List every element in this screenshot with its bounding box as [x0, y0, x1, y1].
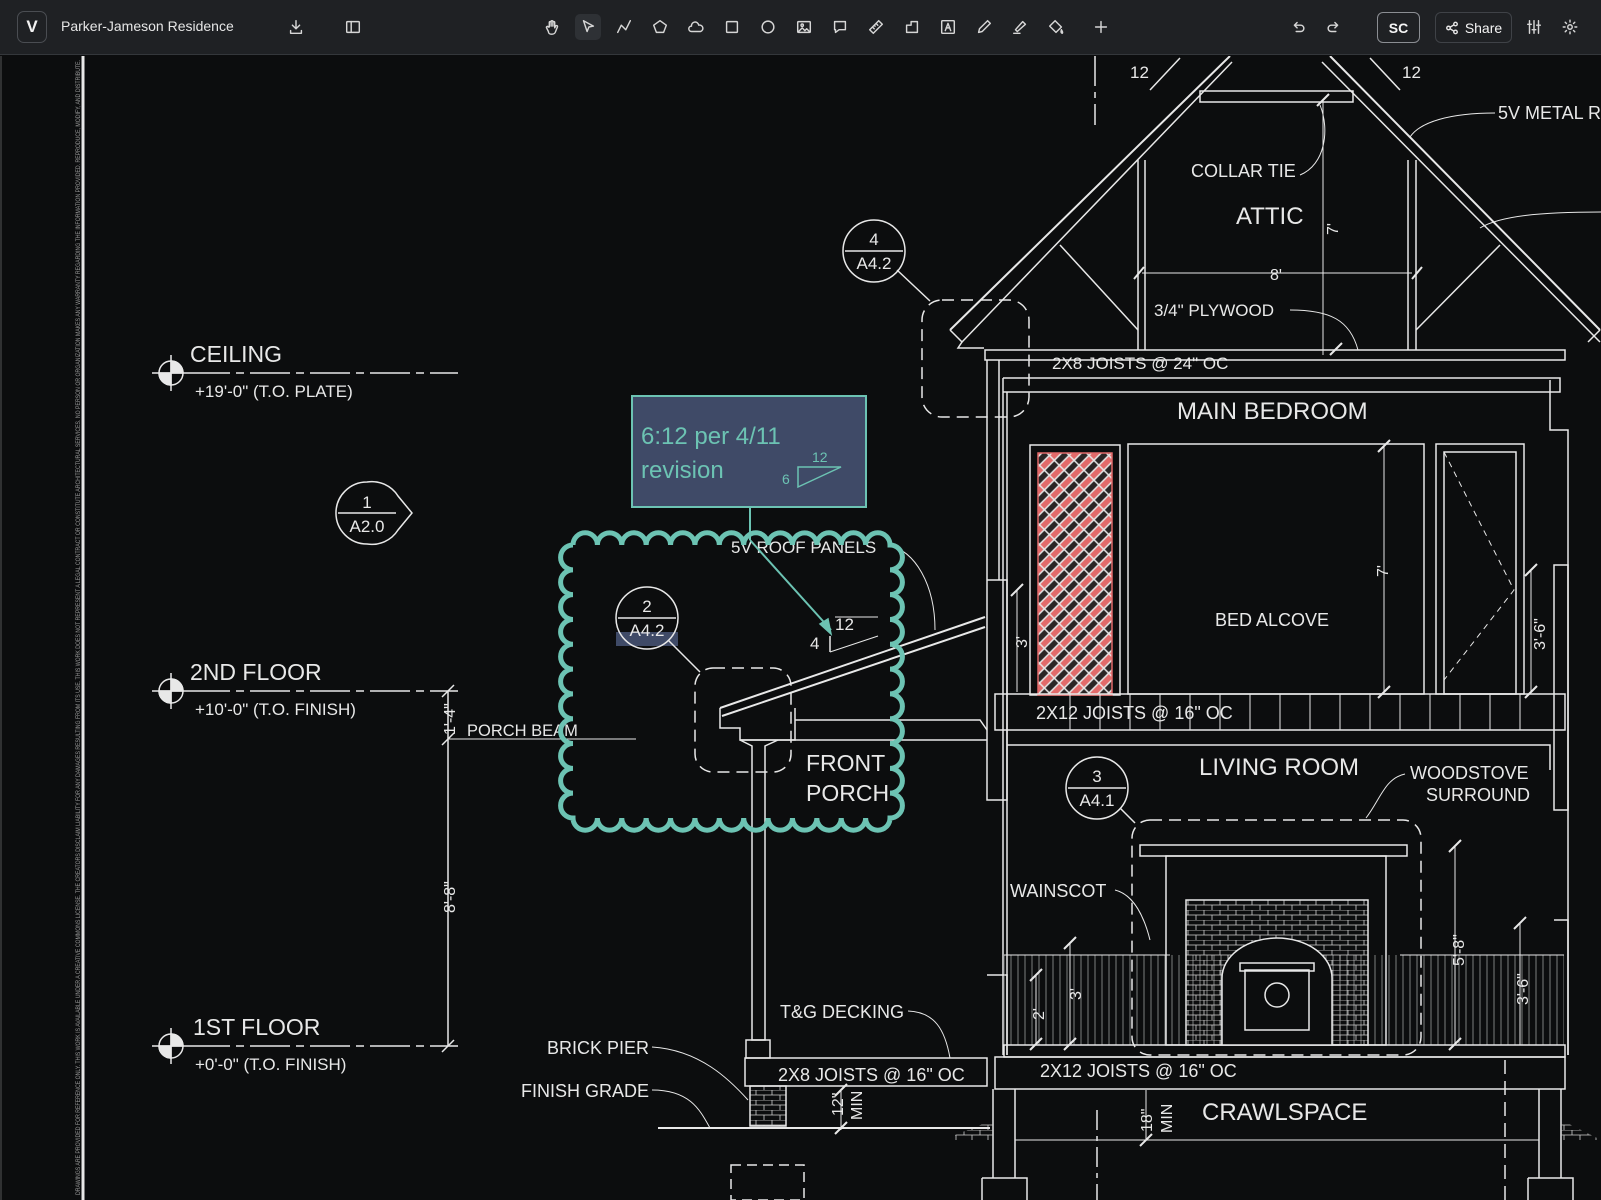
detail-2-num: 2	[642, 597, 651, 616]
dim-living-2: 2'	[1031, 1008, 1048, 1020]
dim-crawl-min-1: 18"	[1139, 1109, 1156, 1132]
detail-4-sheet: A4.2	[857, 254, 892, 273]
room-attic: ATTIC	[1236, 203, 1304, 230]
document-title[interactable]: Parker-Jameson Residence	[61, 18, 234, 34]
room-front-porch-1: FRONT	[806, 750, 885, 776]
porch-height-dimension	[441, 684, 636, 1053]
note-brick-pier: BRICK PIER	[547, 1038, 649, 1058]
dim-bed-height: 7'	[1375, 565, 1392, 577]
note-joists-2nd: 2X12 JOISTS @ 16" OC	[1036, 703, 1233, 723]
dim-roof-pitch-left: 12	[1130, 63, 1149, 82]
polyline-icon[interactable]	[611, 14, 637, 40]
note-metal-roof: 5V METAL R	[1498, 103, 1601, 123]
rectangle-icon[interactable]	[719, 14, 745, 40]
callout-slope-run: 12	[812, 449, 828, 465]
note-collar-tie: COLLAR TIE	[1191, 161, 1296, 181]
front-porch	[658, 616, 990, 1200]
user-avatar[interactable]: SC	[1377, 12, 1420, 43]
top-toolbar: V Parker-Jameson Residence SC Share	[0, 0, 1601, 55]
dim-attic-height: 7'	[1325, 223, 1342, 235]
callout-line-1: 6:12 per 4/11	[641, 423, 781, 450]
pen-icon[interactable]	[971, 14, 997, 40]
sheet-disclaimer: DRAWINGS ARE PROVIDED FOR REFERENCE ONLY…	[75, 60, 82, 1195]
add-icon[interactable]	[1088, 14, 1114, 40]
detail-3-num: 3	[1092, 767, 1101, 786]
redo-icon[interactable]	[1321, 14, 1347, 40]
crawlspace-foundation	[955, 1060, 1601, 1200]
download-icon[interactable]	[283, 14, 309, 40]
note-woodstove-1: WOODSTOVE	[1410, 763, 1529, 783]
share-icon	[1445, 21, 1458, 34]
detail-marker-4[interactable]	[842, 219, 1030, 418]
dim-attic-width: 8'	[1270, 267, 1282, 284]
dim-porch-pitch-run: 12	[835, 615, 854, 634]
drawing-canvas[interactable]: DRAWINGS ARE PROVIDED FOR REFERENCE ONLY…	[0, 56, 1601, 1200]
fill-icon[interactable]	[1043, 14, 1069, 40]
area-icon[interactable]	[899, 14, 925, 40]
dim-porch-head: 1'-4"	[442, 703, 459, 735]
sheet-border	[0, 56, 85, 1200]
note-finish-grade: FINISH GRADE	[521, 1081, 649, 1101]
text-box-icon[interactable]	[935, 14, 961, 40]
note-joists-porch: 2X8 JOISTS @ 16" OC	[778, 1065, 965, 1085]
ellipse-icon[interactable]	[755, 14, 781, 40]
dim-living-58: 5'-8"	[1451, 934, 1468, 966]
undo-icon[interactable]	[1285, 14, 1311, 40]
dim-roof-pitch-right: 12	[1402, 63, 1421, 82]
level-name-2nd-floor: 2ND FLOOR	[190, 659, 322, 685]
level-elev-2nd-floor: +10'-0" (T.O. FINISH)	[195, 700, 356, 719]
level-name-1st-floor: 1ST FLOOR	[193, 1014, 320, 1040]
callout-line-2: revision	[641, 457, 724, 484]
section-1-num: 1	[362, 493, 371, 512]
image-icon[interactable]	[791, 14, 817, 40]
level-elev-1st-floor: +0'-0" (T.O. FINISH)	[195, 1055, 346, 1074]
share-label: Share	[1464, 19, 1503, 36]
dim-porch-min-1: 12"	[830, 1093, 847, 1116]
app-logo[interactable]: V	[17, 11, 47, 43]
dim-bed-right: 3'-6"	[1532, 618, 1549, 650]
highlighter-icon[interactable]	[1007, 14, 1033, 40]
note-joists-attic: 2X8 JOISTS @ 24" OC	[1052, 354, 1228, 373]
dim-bed-left: 3'	[1014, 636, 1031, 648]
detail-3-sheet: A4.1	[1080, 791, 1115, 810]
hatched-wall-area	[1037, 452, 1113, 696]
hand-icon[interactable]	[539, 14, 565, 40]
room-crawlspace: CRAWLSPACE	[1202, 1099, 1367, 1126]
main-bedroom	[994, 439, 1566, 731]
dim-porch-min-2: MIN	[849, 1091, 866, 1120]
sliders-icon[interactable]	[1521, 14, 1547, 40]
level-name-ceiling: CEILING	[190, 341, 282, 367]
room-living-room: LIVING ROOM	[1199, 754, 1359, 781]
detail-4-num: 4	[869, 230, 878, 249]
detail-2-sheet: A4.2	[630, 621, 665, 640]
dim-living-36: 3'-6"	[1515, 973, 1532, 1005]
level-elev-ceiling: +19'-0" (T.O. PLATE)	[195, 382, 353, 401]
note-woodstove-2: SURROUND	[1426, 785, 1530, 805]
dim-porch-pitch-rise: 4	[810, 634, 819, 653]
dim-porch-clear: 8'-8"	[442, 881, 459, 913]
section-1-sheet: A2.0	[350, 517, 385, 536]
room-front-porch-2: PORCH	[806, 780, 889, 806]
sidebar-toggle-icon[interactable]	[340, 14, 366, 40]
note-wainscot: WAINSCOT	[1010, 881, 1106, 901]
dim-living-3: 3'	[1068, 988, 1085, 1000]
measure-icon[interactable]	[863, 14, 889, 40]
comment-icon[interactable]	[827, 14, 853, 40]
polygon-icon[interactable]	[647, 14, 673, 40]
cloud-icon[interactable]	[683, 14, 709, 40]
share-button[interactable]: Share	[1435, 12, 1512, 43]
dim-crawl-min-2: MIN	[1159, 1104, 1176, 1133]
note-plywood: 3/4" PLYWOOD	[1154, 301, 1274, 320]
room-bed-alcove: BED ALCOVE	[1215, 610, 1329, 630]
note-roof-panels: 5V ROOF PANELS	[731, 538, 876, 557]
select-pointer-icon[interactable]	[575, 14, 601, 40]
note-joists-1st: 2X12 JOISTS @ 16" OC	[1040, 1061, 1237, 1081]
note-tg-decking: T&G DECKING	[780, 1002, 904, 1022]
room-main-bedroom: MAIN BEDROOM	[1177, 398, 1368, 425]
callout-slope-rise: 6	[782, 471, 790, 487]
settings-icon[interactable]	[1557, 14, 1583, 40]
